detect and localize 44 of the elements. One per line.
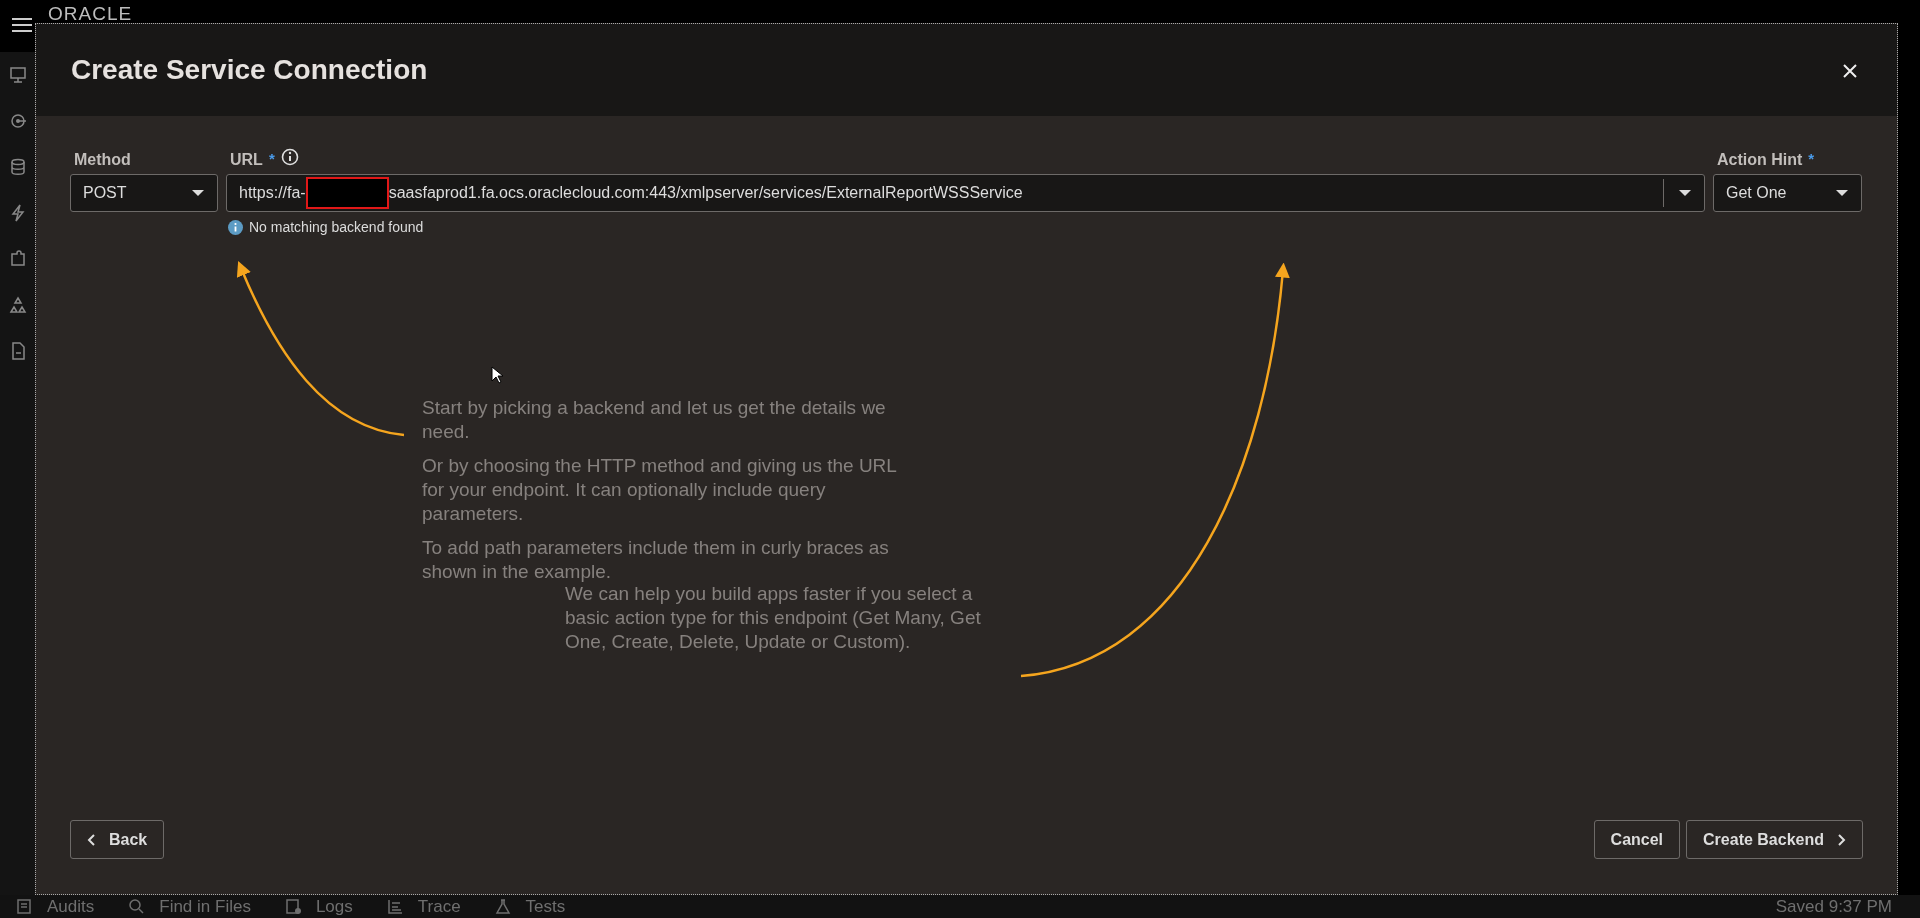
caret-icon — [191, 189, 205, 197]
monitor-icon[interactable] — [8, 66, 27, 84]
lines-icon[interactable] — [386, 898, 404, 915]
help-text: Or by choosing the HTTP method and giving us the URL for your endpoint. It can optionally include query parameters. — [422, 454, 898, 526]
menu-icon[interactable] — [12, 17, 32, 33]
chevron-left-icon — [87, 833, 95, 846]
create-backend-button[interactable]: Create Backend — [1686, 820, 1863, 859]
cursor-icon — [491, 366, 503, 384]
field-label: URL — [230, 150, 263, 170]
url-field[interactable]: https://fa- saasfaprod1.fa.ocs.oraclecloud.com:443/xmlpserver/services/ExternalReportWSSService — [226, 174, 1705, 212]
oracle-logo: ORACLE — [48, 4, 133, 23]
tab-label[interactable]: Audits — [47, 893, 95, 918]
field-label: Method — [74, 150, 131, 170]
log-icon[interactable] — [284, 898, 302, 915]
back-button[interactable]: Back — [70, 820, 165, 859]
close-icon — [1842, 62, 1858, 79]
tab-label[interactable]: Find in Files — [159, 893, 251, 918]
method-select[interactable]: POST — [70, 174, 218, 212]
validation-message: No matching backend found — [249, 218, 424, 237]
chevron-right-icon — [1838, 833, 1846, 846]
info-icon[interactable] — [280, 148, 299, 166]
database-icon[interactable] — [8, 158, 27, 176]
help-text: To add path parameters include them in curly braces as shown in the example. — [422, 536, 890, 584]
required-mark: * — [268, 149, 275, 169]
search-icon[interactable] — [128, 898, 146, 915]
action-hint-select[interactable]: Get One — [1713, 174, 1862, 212]
flask-icon[interactable] — [494, 898, 512, 915]
help-text: We can help you build apps faster if you select a basic action type for this endpoint (Get Many, Get One, Create, Delete, Update or Custom). — [565, 582, 982, 654]
dialog-title: Create Service Connection — [71, 53, 428, 87]
help-text: Start by picking a backend and let us get the details we need. — [422, 396, 887, 444]
clipboard-icon[interactable] — [16, 898, 33, 915]
shapes-icon[interactable] — [8, 296, 27, 314]
save-status: Saved 9:37 PM — [1775, 895, 1892, 918]
info-icon — [228, 220, 243, 235]
required-mark: * — [1808, 149, 1815, 169]
puzzle-icon[interactable] — [8, 250, 27, 268]
target-icon[interactable] — [8, 112, 27, 130]
field-label: Action Hint — [1717, 150, 1803, 170]
tab-label[interactable]: Logs — [315, 893, 353, 918]
cancel-button[interactable]: Cancel — [1593, 820, 1681, 859]
tab-label[interactable]: Tests — [525, 893, 566, 918]
tab-label[interactable]: Trace — [417, 893, 461, 918]
caret-icon — [1835, 189, 1849, 197]
caret-icon[interactable] — [1678, 189, 1692, 197]
